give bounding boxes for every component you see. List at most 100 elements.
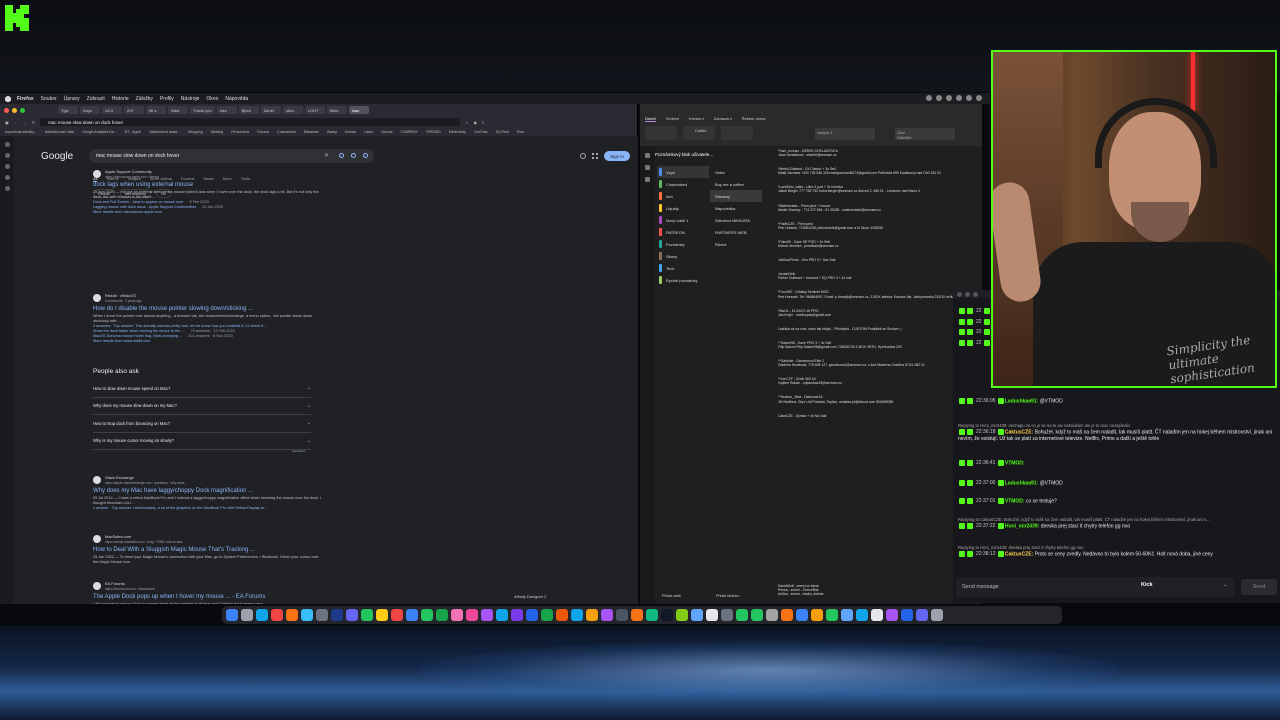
menu-napoveda[interactable]: Nápověda: [225, 96, 248, 102]
bookmark-item[interactable]: OPENED: [426, 130, 441, 134]
bookmark-item[interactable]: Pera: [517, 130, 524, 134]
mail-icon[interactable]: [406, 609, 418, 621]
powerpoint-icon[interactable]: [556, 609, 568, 621]
feedback-link[interactable]: Feedback: [292, 449, 305, 453]
sublink-text[interactable]: Dock and Full Screen - slow to appear on…: [93, 200, 184, 204]
menu-zalozky[interactable]: Záložky: [136, 96, 153, 102]
menu-profily[interactable]: Profily: [160, 96, 174, 102]
appstore-icon[interactable]: [496, 609, 508, 621]
status-icon[interactable]: [956, 95, 962, 101]
menu-nastroje[interactable]: Nástroje: [181, 96, 200, 102]
browser-tab[interactable]: mac: [348, 106, 369, 114]
chevron-down-icon[interactable]: ⌄: [1223, 582, 1227, 588]
style-heading[interactable]: Nadpis 1: [815, 128, 875, 140]
bookmark-item[interactable]: Doman: [345, 130, 356, 134]
chevron-down-icon[interactable]: ⌄: [307, 385, 311, 391]
browser-tab[interactable]: Z07: [124, 106, 144, 114]
section-item[interactable]: Poznámky: [657, 238, 709, 250]
google-logo[interactable]: Google: [41, 151, 73, 162]
apple-icon[interactable]: [5, 95, 11, 102]
excel-icon[interactable]: [541, 609, 553, 621]
section-item[interactable]: Customized: [657, 178, 709, 190]
tag-important[interactable]: Důležité: [897, 135, 953, 140]
forward-icon[interactable]: →: [23, 120, 27, 125]
chat-username[interactable]: VTMOD:: [1005, 460, 1025, 466]
search-icon[interactable]: [645, 165, 650, 170]
discord-icon[interactable]: [346, 609, 358, 621]
finder-icon[interactable]: [226, 609, 238, 621]
result-sublink[interactable]: More results from www.reddit.com: [93, 339, 323, 344]
contacts-icon[interactable]: [766, 609, 778, 621]
menu-upravy[interactable]: Úpravy: [64, 96, 80, 102]
lens-search-icon[interactable]: [351, 153, 356, 158]
firefox-icon[interactable]: [286, 609, 298, 621]
photoshop-icon[interactable]: [571, 609, 583, 621]
podcasts-icon[interactable]: [481, 609, 493, 621]
status-icon[interactable]: [936, 95, 942, 101]
sublink-text[interactable]: 1 answer · Top answer: Unfortunately, a …: [93, 506, 267, 510]
ribbon-tab[interactable]: Řešení doma: [742, 116, 766, 122]
result-sublink[interactable]: More results from discussions.apple.com: [93, 210, 323, 215]
illustrator-icon[interactable]: [586, 609, 598, 621]
chevron-down-icon[interactable]: ⌄: [307, 438, 311, 444]
page-item[interactable]: Nápovědka: [710, 202, 762, 214]
sign-in-button[interactable]: Sign in: [604, 151, 630, 161]
browser-tab[interactable]: Zuhel: [260, 106, 281, 114]
reload-icon[interactable]: ↻: [32, 120, 35, 125]
keynote-icon[interactable]: [796, 609, 808, 621]
facetime-icon[interactable]: [751, 609, 763, 621]
ribbon-tab[interactable]: Domů: [645, 116, 656, 122]
google-apps-icon[interactable]: [592, 153, 598, 159]
chat-username[interactable]: Ladushkaa91:: [1005, 480, 1038, 486]
maps-icon[interactable]: [736, 609, 748, 621]
font-name[interactable]: Calibri: [695, 128, 706, 133]
safari-icon[interactable]: [256, 609, 268, 621]
recent-icon[interactable]: [645, 177, 650, 182]
browser-tab[interactable]: elec: [216, 106, 237, 114]
result-title-link[interactable]: How do I disable the mouse pointer slowi…: [93, 306, 323, 312]
extensions-icon[interactable]: ◆: [474, 120, 477, 125]
chat-message-input[interactable]: Send message Kick ⌄: [956, 577, 1234, 597]
paa-question[interactable]: How to stop dock from bouncing on Mac? ⌄: [93, 415, 311, 433]
bookmark-item[interactable]: SQ Print: [496, 130, 509, 134]
chevron-down-icon[interactable]: ⌄: [307, 420, 311, 426]
pages-icon[interactable]: [811, 609, 823, 621]
sidebar-toggle-icon[interactable]: ▣: [5, 120, 9, 125]
github-icon[interactable]: [871, 609, 883, 621]
status-icon[interactable]: [966, 95, 972, 101]
browser-tab[interactable]: Kikki: [168, 106, 188, 114]
result-title-link[interactable]: Why does my Mac have laggy/choppy Dock m…: [93, 488, 323, 494]
textedit-icon[interactable]: [706, 609, 718, 621]
sidebar-icon[interactable]: [4, 142, 10, 147]
bookmark-item[interactable]: Google Analytics Da...: [82, 130, 116, 134]
page-item[interactable]: Sdružení NIKKURA: [710, 214, 762, 226]
minimize-window-icon[interactable]: [965, 291, 970, 297]
vscode-icon[interactable]: [856, 609, 868, 621]
ribbon-tab[interactable]: Vložení: [666, 116, 679, 122]
teams-icon[interactable]: [916, 609, 928, 621]
browser-tab[interactable]: LOOT: [304, 106, 325, 114]
bookmark-item[interactable]: Customized: [277, 130, 295, 134]
search-icon[interactable]: [363, 153, 368, 158]
google-search-input[interactable]: mac mouse slow down on dock hover ✕: [89, 149, 374, 163]
paa-question[interactable]: How to slow down mouse speed on Mac? ⌄: [93, 380, 311, 398]
sublink-text[interactable]: More results from discussions.apple.com: [93, 210, 162, 214]
vlc-icon[interactable]: [631, 609, 643, 621]
section-item[interactable]: Nový oddíl 1: [657, 214, 709, 226]
page-item[interactable]: PARTNERS WEB: [710, 226, 762, 238]
whatsapp-icon[interactable]: [436, 609, 448, 621]
result-url[interactable]: https://apple.stackexchange.com › questi…: [105, 481, 187, 485]
section-item[interactable]: Skany: [657, 250, 709, 262]
sidebar-icon[interactable]: [4, 153, 10, 158]
url-bar[interactable]: mac mouse slow down on dock hover: [40, 118, 461, 126]
page-item[interactable]: Buy me a coffee: [710, 178, 762, 190]
add-section-button[interactable]: Přidat oddíl: [662, 594, 681, 598]
page-item[interactable]: Videz: [710, 166, 762, 178]
sidebar-icon[interactable]: [4, 164, 10, 169]
calculator-icon[interactable]: [721, 609, 733, 621]
steam-icon[interactable]: [331, 609, 343, 621]
sublink-text[interactable]: MacOS Sonoma mouse hover bug. Most annoy…: [93, 334, 182, 338]
bookmark-item[interactable]: Shopping: [188, 130, 203, 134]
obs-icon[interactable]: [616, 609, 628, 621]
paragraph-group[interactable]: [721, 126, 753, 140]
